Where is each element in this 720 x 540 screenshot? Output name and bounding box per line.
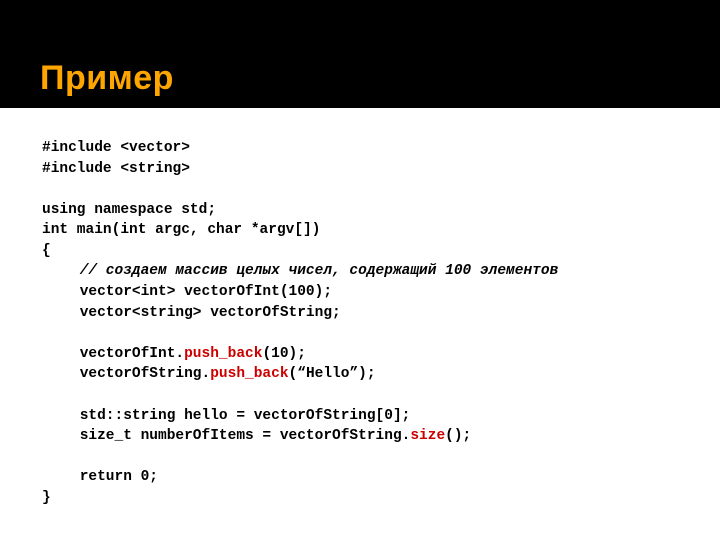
slide-header: Пример (0, 0, 720, 108)
code-line-1b: <vector> (120, 140, 190, 156)
code-line-18: } (42, 490, 51, 506)
code-line-12b: (“Hello”); (289, 366, 376, 382)
code-block: #include <vector> #include <string> usin… (0, 108, 720, 508)
code-line-2b: <string> (120, 161, 190, 177)
code-comment: // создаем массив целых чисел, содержащи… (80, 263, 559, 279)
slide-title: Пример (40, 59, 174, 98)
method-push-back-1: push_back (184, 346, 262, 362)
code-line-11a: vectorOfInt. (80, 346, 184, 362)
method-push-back-2: push_back (210, 366, 288, 382)
code-line-8: vector<int> vectorOfInt(100); (80, 284, 332, 300)
code-line-14: std::string hello = vectorOfString[0]; (80, 408, 411, 424)
code-line-4: using namespace std; (42, 202, 216, 218)
code-line-2a: #include (42, 161, 120, 177)
code-line-11b: (10); (262, 346, 306, 362)
code-line-12a: vectorOfString. (80, 366, 211, 382)
code-line-15a: size_t numberOfItems = vectorOfString. (80, 428, 411, 444)
code-line-15b: (); (445, 428, 471, 444)
code-line-9: vector<string> vectorOfString; (80, 305, 341, 321)
code-line-5: int main(int argc, char *argv[]) (42, 222, 320, 238)
code-line-1a: #include (42, 140, 120, 156)
method-size: size (410, 428, 445, 444)
code-line-6: { (42, 243, 51, 259)
code-line-17: return 0; (80, 469, 158, 485)
